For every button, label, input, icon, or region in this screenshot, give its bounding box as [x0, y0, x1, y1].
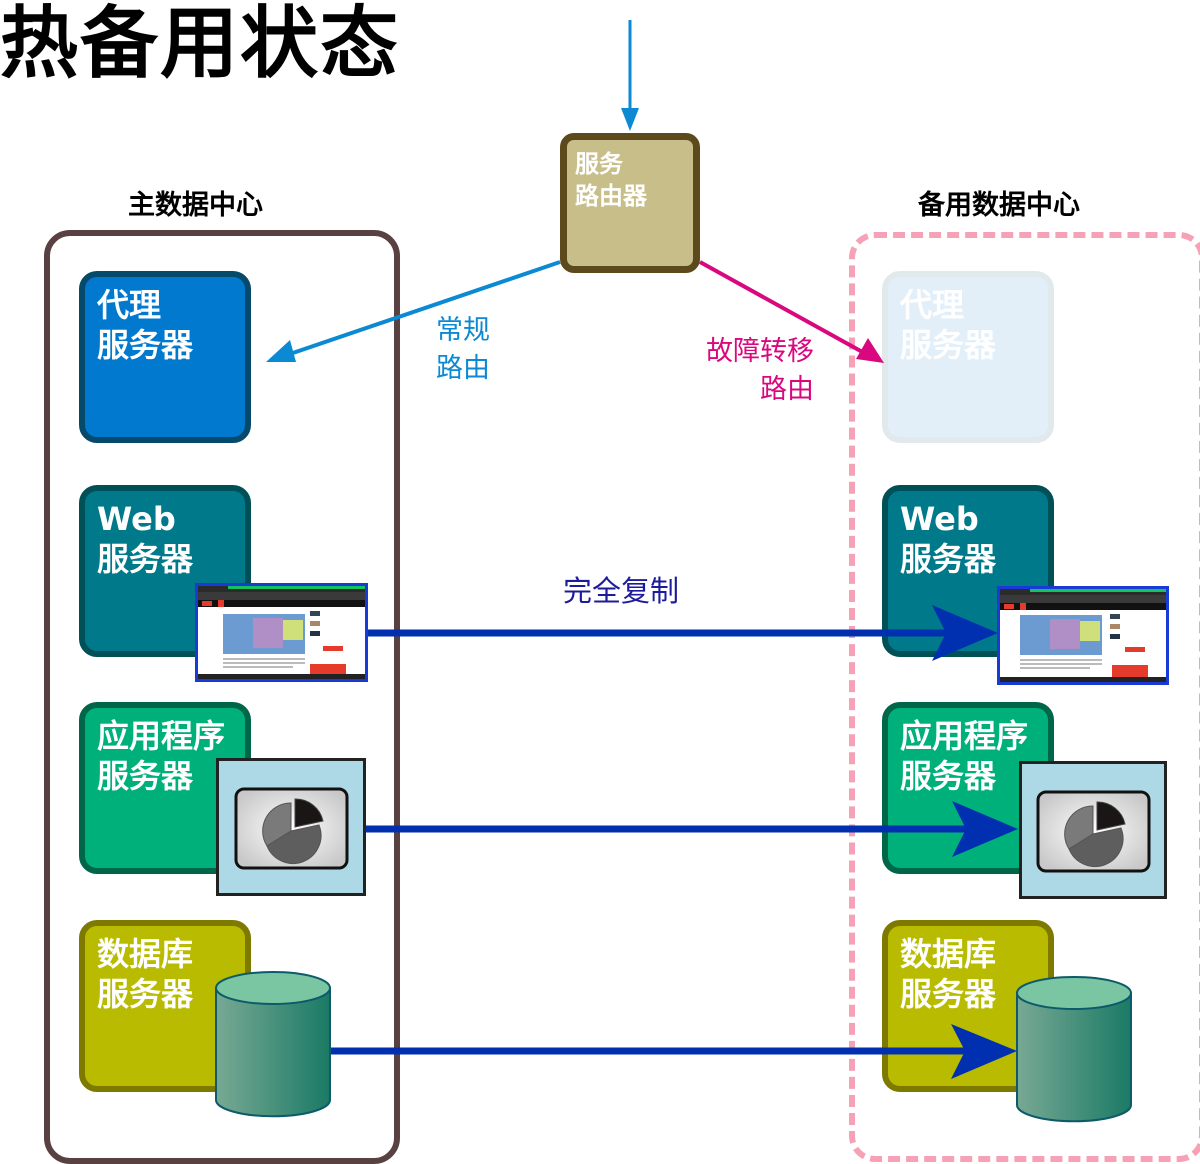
webpage-screenshot-icon [1000, 589, 1166, 682]
incoming-traffic-arrowhead [621, 108, 639, 131]
server-label-line1: 代理 [900, 286, 965, 324]
router-label-line1: 服务 [575, 150, 623, 178]
failover-route-label: 故障转移 路由 [684, 333, 814, 409]
page-title: 热备用状态 [0, 0, 401, 89]
primary-dc-label: 主数据中心 [128, 190, 263, 221]
server-label-line2: 服务器 [900, 326, 997, 364]
primary-web-thumbnail [195, 583, 368, 682]
server-label-line1: 数据库 [900, 935, 997, 973]
server-label-line1: 应用程序 [97, 717, 226, 755]
server-label-line2: 服务器 [900, 540, 997, 578]
server-label-line1: 代理 [97, 286, 162, 324]
server-label-line2: 服务器 [97, 540, 194, 578]
server-label-line2: 服务器 [97, 326, 194, 364]
router-label-line2: 路由器 [575, 182, 647, 210]
server-label-line1: 应用程序 [900, 717, 1029, 755]
failover-route-line1: 故障转移 [706, 336, 814, 367]
standby-proxy-server[interactable]: 代理 服务器 [882, 271, 1054, 443]
service-router[interactable]: 服务 路由器 [560, 133, 700, 273]
webpage-screenshot-icon [198, 586, 365, 679]
server-label-line1: 数据库 [97, 935, 194, 973]
normal-route-label: 常规 路由 [436, 312, 490, 388]
normal-route-line2: 路由 [436, 353, 490, 384]
primary-database-icon [215, 971, 331, 1118]
normal-route-line1: 常规 [436, 315, 490, 346]
standby-web-thumbnail [997, 586, 1169, 685]
server-label-line1: Web [97, 500, 176, 538]
standby-app-chart-panel [1019, 761, 1167, 899]
replication-label: 完全复制 [563, 574, 680, 608]
primary-proxy-server[interactable]: 代理 服务器 [79, 271, 251, 443]
failover-route-line2: 路由 [760, 374, 814, 405]
standby-dc-label: 备用数据中心 [918, 190, 1080, 221]
standby-database-icon [1016, 976, 1132, 1123]
server-label-line1: Web [900, 500, 979, 538]
primary-app-chart-panel [216, 758, 366, 896]
pie-chart-icon [1036, 790, 1151, 873]
pie-chart-icon [234, 787, 349, 870]
